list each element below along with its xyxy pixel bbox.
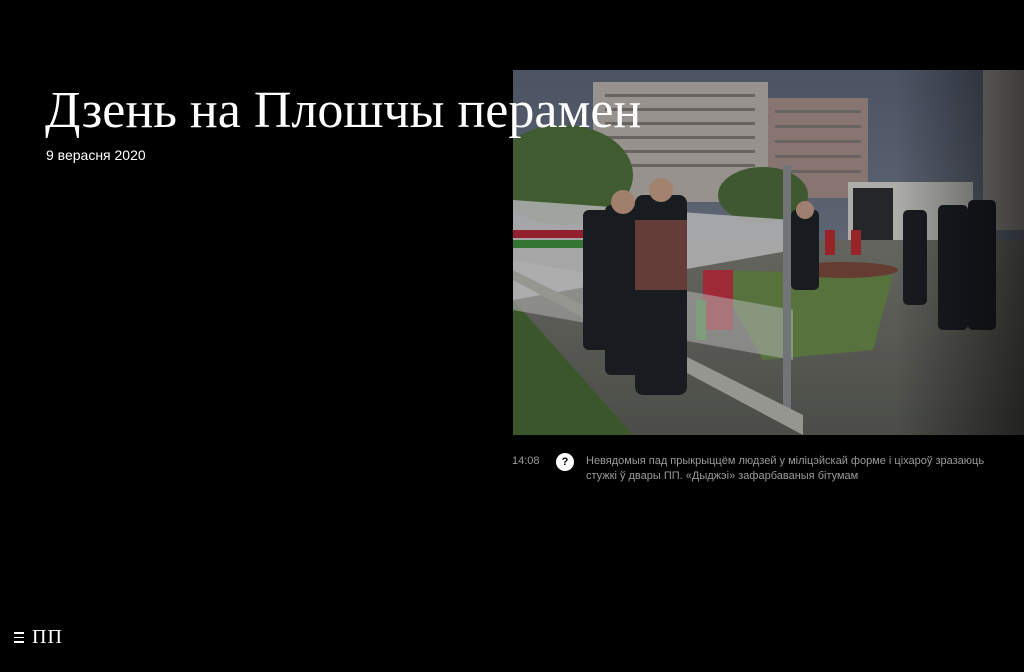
hamburger-menu-icon[interactable]	[14, 632, 24, 643]
question-icon[interactable]: ?	[556, 453, 574, 471]
bottom-nav: ПП	[14, 626, 63, 649]
photo-time: 14:08	[512, 455, 540, 467]
photo-caption: Невядомыя пад прыкрыццём людзей у міліцэ…	[586, 455, 985, 482]
site-logo[interactable]: ПП	[32, 626, 63, 649]
article-date: 9 верасня 2020	[46, 147, 146, 163]
page-title: Дзень на Плошчы перамен	[45, 82, 642, 139]
